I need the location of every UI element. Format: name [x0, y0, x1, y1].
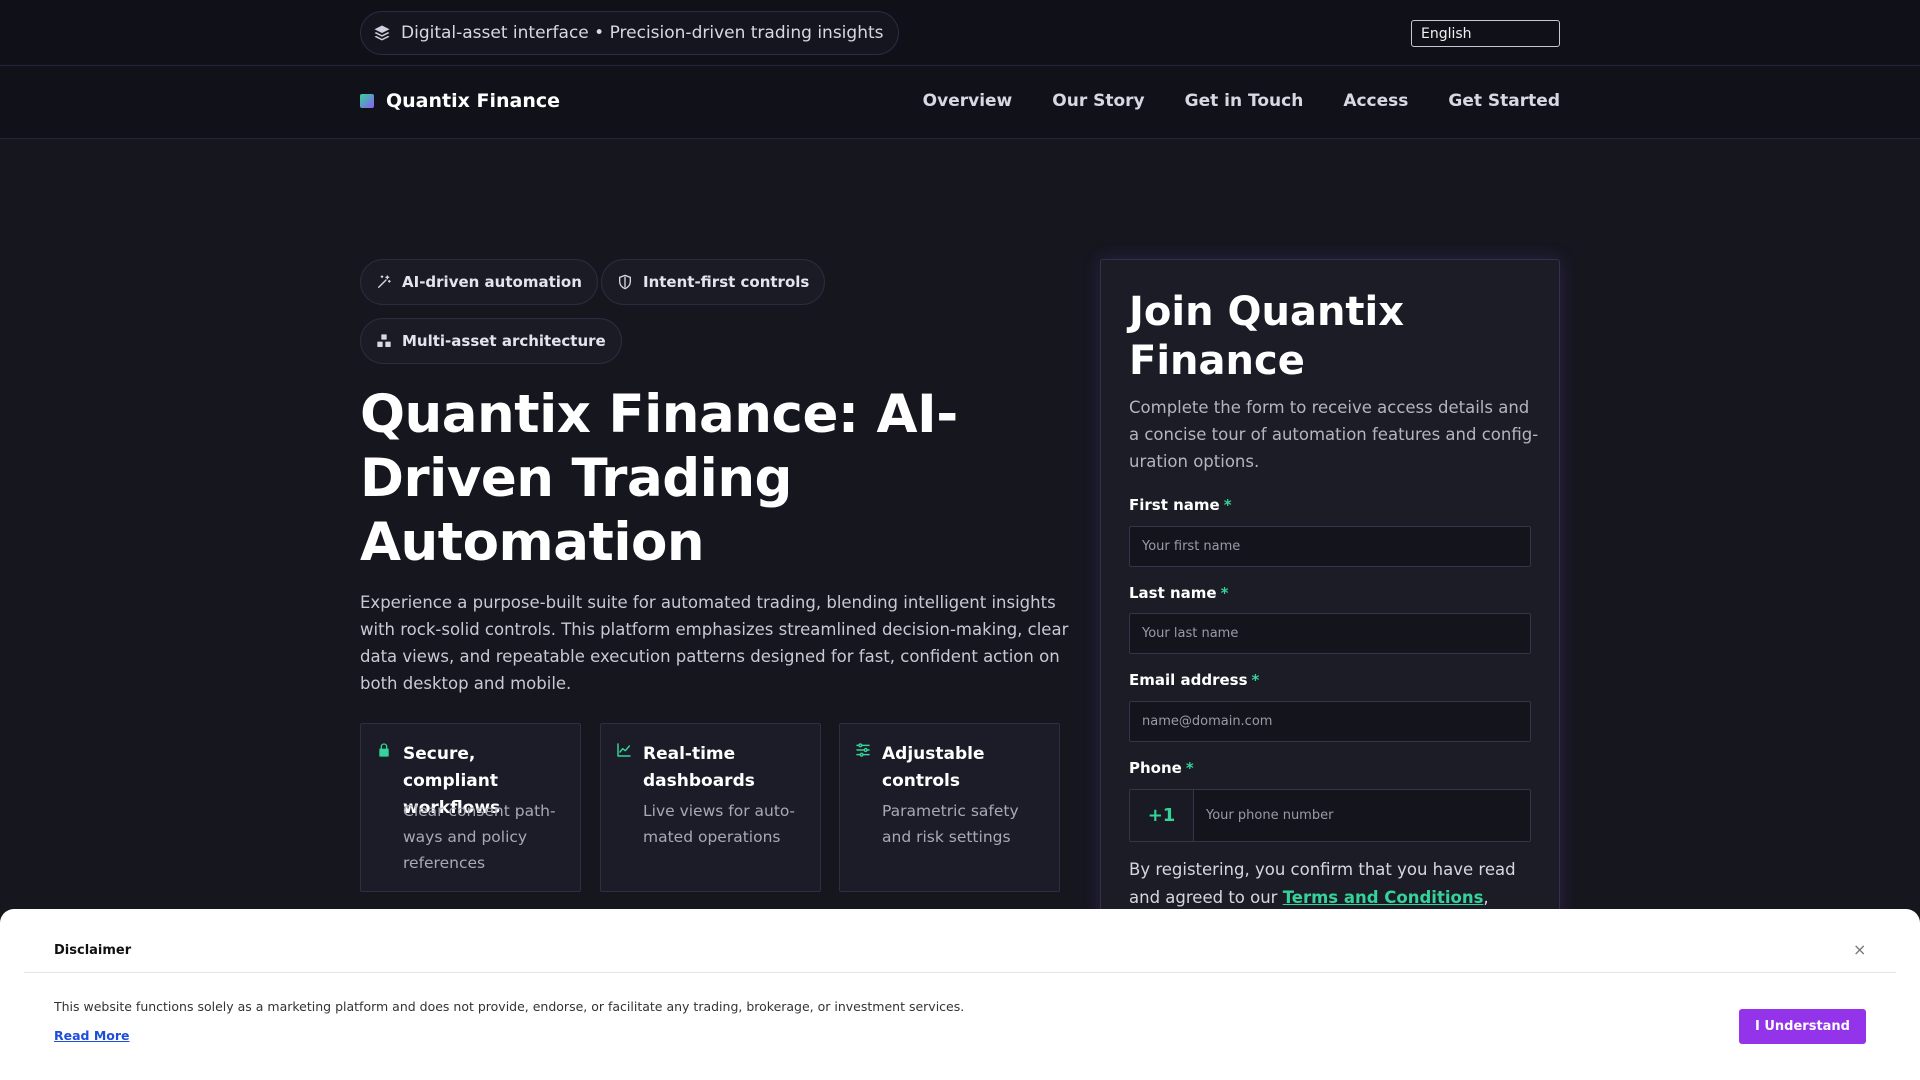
i-understand-button[interactable]: I Understand — [1739, 1009, 1866, 1044]
nav-links: Overview Our Story Get in Touch Access G… — [923, 91, 1560, 111]
required-marker: * — [1185, 759, 1194, 777]
brand-name: Quantix Finance — [386, 90, 561, 112]
chip-label: Multi-asset architecture — [402, 332, 606, 350]
email-label-text: Email address — [1129, 671, 1248, 689]
read-more-link[interactable]: Read More — [54, 1028, 130, 1043]
chip-ai-automation: AI-driven automation — [360, 259, 598, 305]
tagline-text: Digital-asset interface • Precision-driv… — [401, 23, 884, 43]
cubes-icon — [377, 334, 391, 347]
hero-title: Quantix Finance: AI-Driven Trading Autom… — [360, 384, 958, 573]
disclaimer-text: This website functions solely as a marke… — [54, 999, 965, 1014]
chip-label: AI-driven automation — [402, 273, 582, 291]
main-nav: Quantix Finance Overview Our Story Get i… — [0, 66, 1920, 139]
hero-description: Experience a purpose-built suite for aut… — [360, 593, 1069, 693]
language-select[interactable]: English — [1411, 20, 1560, 47]
lock-icon — [379, 743, 389, 757]
nav-link-access[interactable]: Access — [1343, 91, 1408, 111]
consent-suffix: , — [1483, 888, 1489, 907]
email-label: Email address * — [1129, 671, 1259, 689]
nav-link-get-in-touch[interactable]: Get in Touch — [1185, 91, 1304, 111]
first-name-label: First name * — [1129, 496, 1232, 514]
phone-country-code[interactable]: +1 — [1130, 790, 1194, 841]
phone-field-group: +1 — [1129, 789, 1531, 842]
first-name-label-text: First name — [1129, 496, 1220, 514]
feature-card-dashboards: Real-time dashboards Live views for auto… — [600, 723, 821, 892]
nav-link-overview[interactable]: Overview — [923, 91, 1013, 111]
feature-description: Clear consent path­ways and policy refer… — [403, 802, 556, 872]
required-marker: * — [1223, 496, 1232, 514]
disclaimer-divider — [24, 972, 1896, 973]
top-bar: Digital-asset interface • Precision-driv… — [0, 0, 1920, 66]
brand-mark-icon — [360, 94, 374, 108]
chip-multi-asset: Multi-asset architecture — [360, 318, 622, 364]
signup-form-card: Join Quantix Finance Complete the form t… — [1100, 259, 1560, 939]
required-marker: * — [1220, 584, 1229, 602]
chip-intent-controls: Intent-first controls — [601, 259, 826, 305]
brand-logo[interactable]: Quantix Finance — [360, 90, 560, 112]
consent-text: By registering, you confirm that you hav… — [1129, 856, 1539, 912]
terms-link[interactable]: Terms and Conditions — [1283, 888, 1484, 907]
nav-link-get-started[interactable]: Get Started — [1448, 91, 1560, 111]
layers-icon — [374, 25, 390, 41]
feature-card-secure: Secure, compliant workflows Clear consen… — [360, 723, 581, 892]
last-name-label-text: Last name — [1129, 584, 1217, 602]
magic-wand-icon — [378, 275, 391, 288]
last-name-label: Last name * — [1129, 584, 1228, 602]
feature-description: Parametric safety and risk settings — [882, 802, 1019, 846]
required-marker: * — [1251, 671, 1260, 689]
feature-title: Adjustable controls — [882, 744, 985, 791]
feature-card-controls: Adjustable controls Parametric safety an… — [839, 723, 1060, 892]
disclaimer-banner: Disclaimer × This website functions sole… — [0, 909, 1920, 1080]
last-name-field[interactable] — [1129, 613, 1531, 654]
chip-label: Intent-first controls — [643, 273, 810, 291]
disclaimer-title: Disclaimer — [54, 943, 132, 958]
form-subtitle: Complete the form to receive access deta… — [1129, 398, 1539, 471]
form-title: Join Quantix Finance — [1129, 289, 1405, 384]
email-field[interactable] — [1129, 701, 1531, 742]
nav-link-our-story[interactable]: Our Story — [1052, 91, 1144, 111]
feature-description: Live views for auto­mated operations — [643, 802, 795, 846]
phone-label: Phone * — [1129, 759, 1194, 777]
phone-label-text: Phone — [1129, 759, 1182, 777]
shield-icon — [619, 274, 631, 290]
sliders-icon — [856, 743, 870, 757]
chart-line-icon — [617, 743, 631, 757]
feature-title: Real-time dashboards — [643, 744, 755, 791]
first-name-field[interactable] — [1129, 526, 1531, 567]
close-icon[interactable]: × — [1853, 940, 1866, 959]
phone-field[interactable] — [1194, 790, 1530, 841]
tagline-pill: Digital-asset interface • Precision-driv… — [360, 11, 899, 55]
